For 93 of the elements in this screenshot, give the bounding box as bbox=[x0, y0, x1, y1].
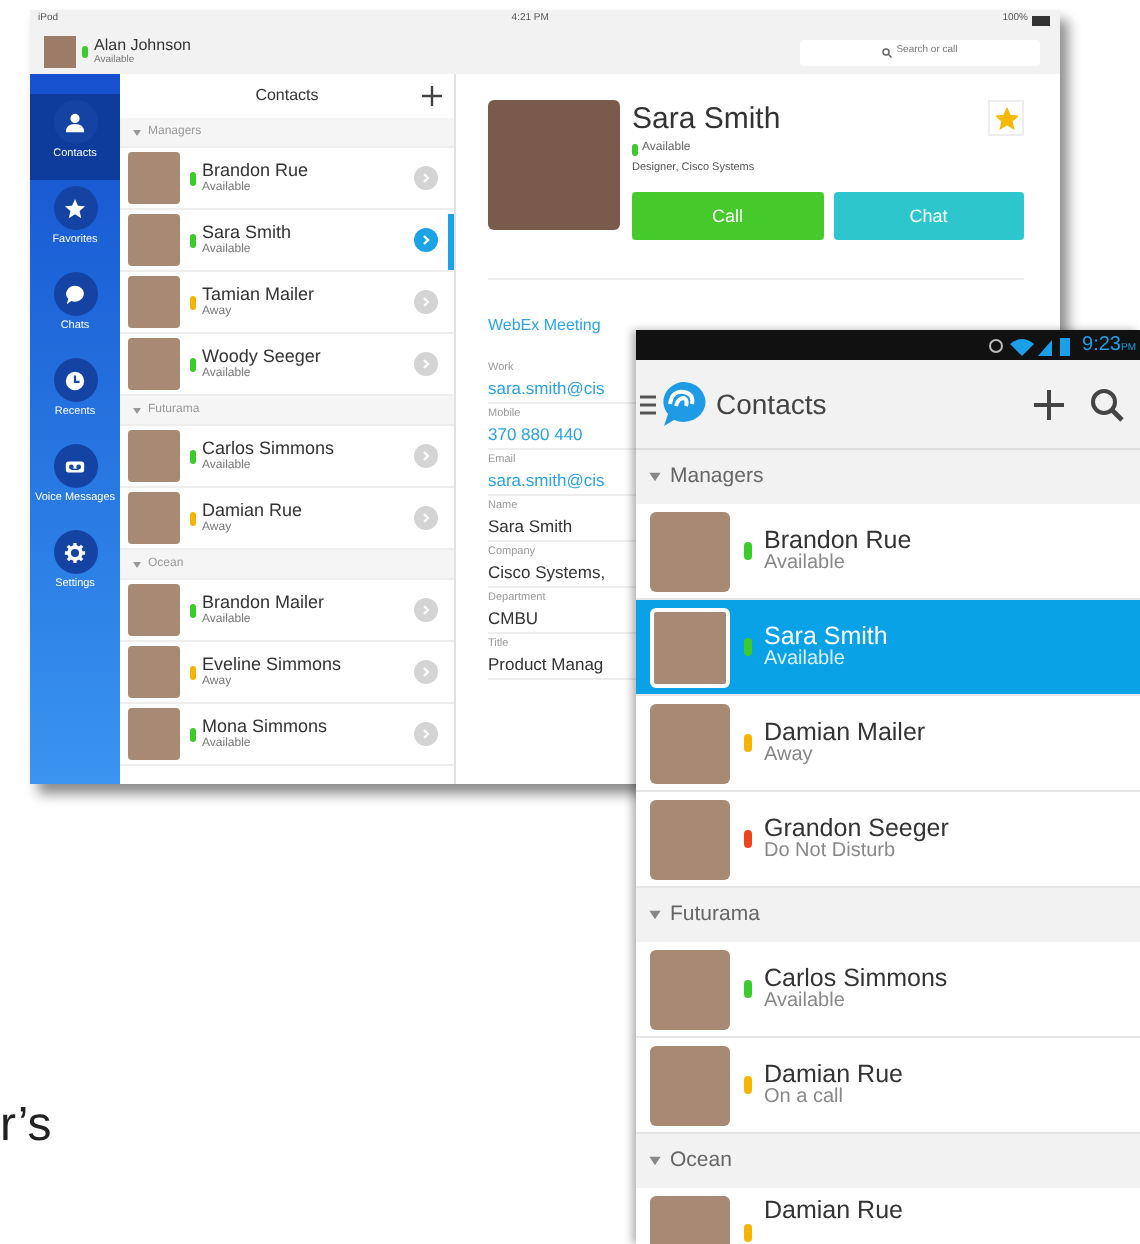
contact-name: Carlos Simmons bbox=[764, 965, 948, 991]
contact-name: Mona Simmons bbox=[202, 718, 328, 736]
contact-status: Away bbox=[764, 746, 815, 767]
field-value: Product Manag bbox=[488, 655, 604, 673]
avatar-photo-placeholder bbox=[128, 152, 180, 204]
group-header[interactable]: Ocean bbox=[670, 1145, 732, 1177]
menu-icon[interactable] bbox=[640, 393, 656, 415]
contact-name: Woody Seeger bbox=[202, 348, 321, 366]
contact-row[interactable]: Carlos Simmons Available bbox=[636, 942, 1140, 1038]
avatar-photo-placeholder bbox=[650, 607, 730, 687]
avatar-photo-placeholder bbox=[128, 646, 180, 698]
search-icon[interactable] bbox=[1090, 387, 1124, 421]
contact-name: Carlos Simmons bbox=[202, 440, 335, 458]
add-icon[interactable] bbox=[422, 86, 442, 106]
avatar-photo-placeholder bbox=[128, 708, 180, 760]
contact-row[interactable]: Sara Smith Available bbox=[636, 600, 1140, 696]
expanded-triangle-icon[interactable] bbox=[132, 405, 142, 415]
field-value: CMBU bbox=[488, 609, 539, 627]
contact-name: Damian Mailer bbox=[764, 719, 926, 745]
contact-name: Eveline Simmons bbox=[202, 656, 342, 674]
chevron-icon[interactable] bbox=[414, 660, 438, 684]
avatar-photo-placeholder bbox=[650, 949, 730, 1029]
avatar-photo-placeholder bbox=[650, 1045, 730, 1125]
contact-row[interactable]: Damian Mailer Away bbox=[636, 696, 1140, 792]
contact-name: Damian Rue bbox=[764, 1198, 903, 1223]
chevron-icon[interactable] bbox=[414, 290, 438, 314]
slide-text: r’s bbox=[0, 1096, 52, 1156]
field-link[interactable]: 370 880 440 bbox=[488, 425, 583, 443]
search-icon bbox=[882, 47, 893, 57]
chevron-icon[interactable] bbox=[414, 228, 438, 252]
contact-row[interactable]: Grandon Seeger Do Not Disturb bbox=[636, 792, 1140, 888]
chevron-icon[interactable] bbox=[414, 598, 438, 622]
contact-status: On a call bbox=[764, 1088, 845, 1109]
clock-icon bbox=[64, 369, 86, 391]
avatar-photo-placeholder bbox=[128, 338, 180, 390]
add-icon[interactable] bbox=[1034, 389, 1064, 419]
webex-meeting-link[interactable]: WebEx Meeting bbox=[488, 316, 601, 335]
avatar-photo-placeholder bbox=[128, 492, 180, 544]
contact-name: Tamian Mailer bbox=[202, 286, 315, 304]
favorite-toggle[interactable] bbox=[988, 100, 1024, 136]
clock-text: 9:23 bbox=[1082, 332, 1121, 360]
contact-photo-placeholder bbox=[488, 100, 620, 230]
contact-status: Available bbox=[764, 650, 847, 671]
person-icon bbox=[64, 111, 86, 133]
contact-name: Damian Rue bbox=[202, 502, 303, 520]
settings-icon bbox=[64, 541, 86, 563]
chevron-icon[interactable] bbox=[414, 166, 438, 190]
avatar-photo-placeholder bbox=[128, 276, 180, 328]
contact-name: Grandon Seeger bbox=[764, 815, 949, 841]
contact-status: Do Not Disturb bbox=[764, 842, 896, 863]
contact-name: Brandon Rue bbox=[202, 162, 309, 180]
list-title: Contacts bbox=[255, 84, 319, 108]
contact-name: Brandon Rue bbox=[764, 527, 912, 553]
contact-name: Brandon Mailer bbox=[202, 594, 325, 612]
expanded-triangle-icon[interactable] bbox=[648, 470, 662, 484]
expanded-triangle-icon[interactable] bbox=[648, 1154, 662, 1168]
star-icon bbox=[995, 107, 1017, 129]
avatar-photo-placeholder bbox=[650, 799, 730, 879]
chevron-icon[interactable] bbox=[414, 352, 438, 376]
expanded-triangle-icon[interactable] bbox=[648, 908, 662, 922]
contact-name: Sara Smith bbox=[202, 224, 292, 242]
contact-status: Available bbox=[764, 992, 847, 1013]
expanded-triangle-icon[interactable] bbox=[132, 127, 142, 137]
field-link[interactable]: sara.smith@cis bbox=[488, 471, 605, 489]
contact-row[interactable]: Damian Rue On a call bbox=[636, 1038, 1140, 1134]
expanded-triangle-icon[interactable] bbox=[132, 559, 142, 569]
selection-bar bbox=[448, 214, 454, 270]
chat-bubble-icon bbox=[64, 283, 86, 305]
logo-icon bbox=[658, 380, 706, 428]
star-icon bbox=[64, 197, 86, 219]
avatar-photo-placeholder bbox=[650, 511, 730, 591]
field-value: Cisco Systems, bbox=[488, 563, 606, 581]
contact-name: Sara Smith bbox=[632, 104, 781, 134]
avatar-photo-placeholder bbox=[128, 430, 180, 482]
contact-status: Available bbox=[764, 554, 847, 575]
contact-row[interactable]: Brandon Rue Available bbox=[636, 504, 1140, 600]
contact-row[interactable]: Damian Rue bbox=[636, 1188, 1140, 1244]
group-header[interactable]: Futurama bbox=[670, 899, 760, 931]
avatar-photo-placeholder bbox=[44, 36, 76, 68]
contact-name: Damian Rue bbox=[764, 1061, 903, 1087]
field-link[interactable]: sara.smith@cis bbox=[488, 379, 605, 397]
avatar-photo-placeholder bbox=[128, 584, 180, 636]
avatar-photo-placeholder bbox=[650, 703, 730, 783]
chevron-icon[interactable] bbox=[414, 444, 438, 468]
chevron-icon[interactable] bbox=[414, 506, 438, 530]
app-title: Contacts bbox=[716, 385, 827, 423]
avatar-photo-placeholder bbox=[128, 214, 180, 266]
contact-name: Sara Smith bbox=[764, 623, 888, 649]
battery-icon bbox=[1032, 15, 1052, 25]
field-value: Sara Smith bbox=[488, 517, 573, 535]
chevron-icon[interactable] bbox=[414, 722, 438, 746]
group-header[interactable]: Managers bbox=[670, 461, 764, 493]
user-name: Alan Johnson bbox=[94, 38, 191, 54]
